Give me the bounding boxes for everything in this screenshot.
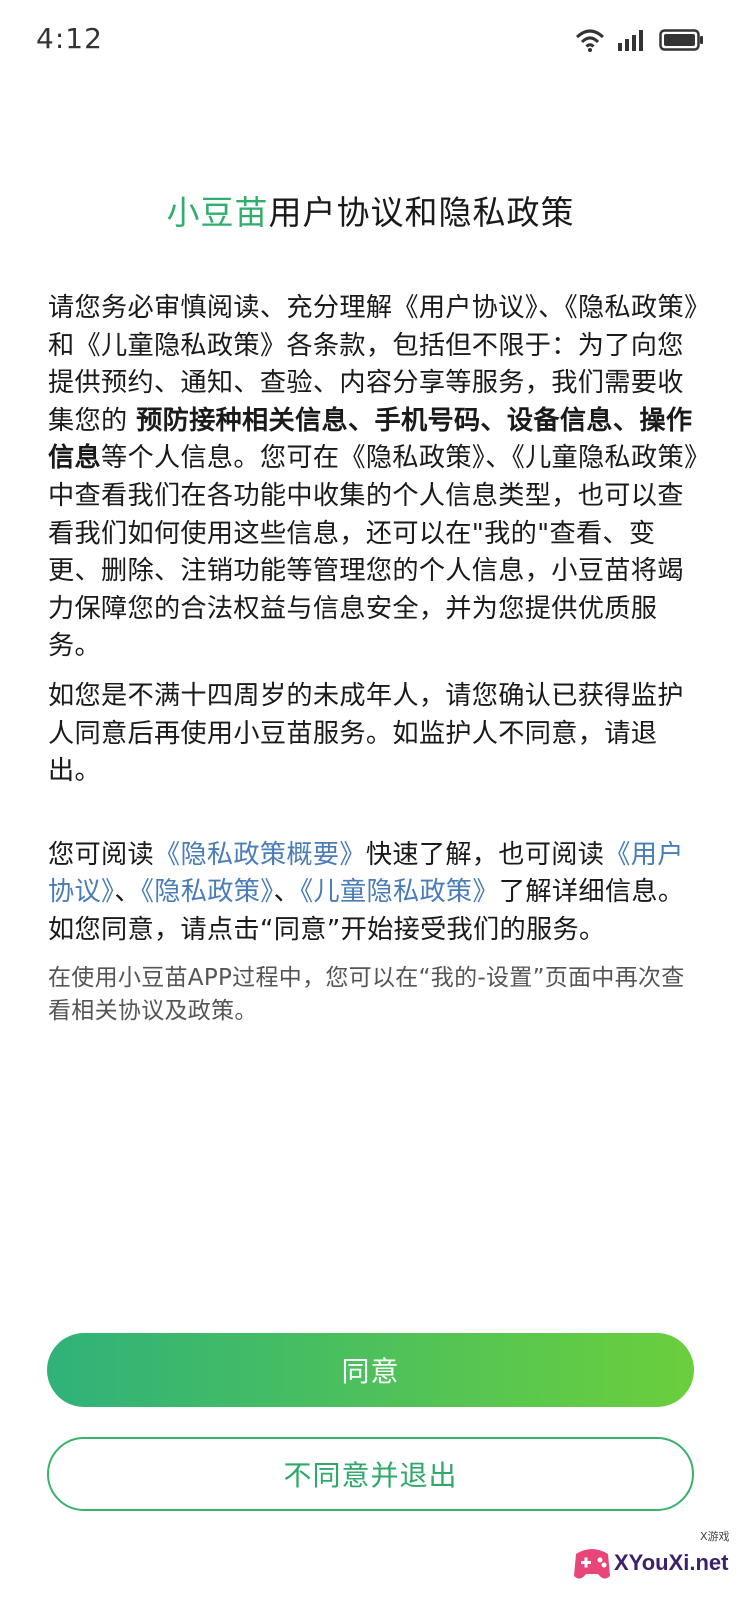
- privacy-summary-link[interactable]: 《隐私政策概要》: [154, 840, 366, 870]
- settings-note: 在使用小豆苗APP过程中，您可以在“我的-设置”页面中再次查看相关协议及政策。: [48, 964, 685, 1024]
- watermark: X游戏 XYouXi.net: [570, 1528, 730, 1594]
- status-icons: [575, 28, 705, 52]
- signal-icon: [618, 30, 643, 51]
- paragraph3-sep-2: 、: [273, 877, 301, 908]
- paragraph3-sep-1: 、: [114, 877, 141, 908]
- paragraph1-text-2: 等个人信息。您可在《隐私政策》、《儿童隐私政策》中查看我们在各功能中收集的个人信…: [48, 443, 698, 662]
- status-time: 4:12: [36, 22, 103, 55]
- child-privacy-policy-link[interactable]: 《儿童隐私政策》: [300, 877, 499, 907]
- read-links-paragraph: 您可阅读《隐私政策概要》快速了解，也可阅读《用户协议》、《隐私政策》、《儿童隐私…: [48, 837, 698, 950]
- agree-button[interactable]: 同意: [47, 1333, 694, 1407]
- status-bar: 4:12: [0, 0, 741, 86]
- gamepad-logo-icon: [574, 1549, 610, 1579]
- paragraph3-middle: 快速了解，也可阅读: [365, 839, 605, 870]
- agreement-content: 请您务必审慎阅读、充分理解《用户协议》、《隐私政策》和《儿童隐私政策》各条款，包…: [48, 290, 698, 1028]
- watermark-text: XYouXi.net: [614, 1550, 729, 1575]
- agreement-paragraph-1: 请您务必审慎阅读、充分理解《用户协议》、《隐私政策》和《儿童隐私政策》各条款，包…: [48, 290, 698, 666]
- paragraph3-prefix: 您可阅读: [48, 839, 154, 870]
- title-text: 用户协议和隐私政策: [268, 193, 575, 232]
- wifi-icon: [575, 29, 605, 52]
- disagree-exit-button[interactable]: 不同意并退出: [47, 1437, 694, 1511]
- title-brand: 小豆苗: [166, 193, 269, 232]
- privacy-policy-link[interactable]: 《隐私政策》: [141, 877, 274, 907]
- battery-icon: [659, 29, 703, 51]
- watermark-small-text: X游戏: [700, 1530, 730, 1543]
- page-title: 小豆苗用户协议和隐私政策: [0, 186, 741, 234]
- minor-notice-paragraph: 如您是不满十四周岁的未成年人，请您确认已获得监护人同意后再使用小豆苗服务。如监护…: [48, 680, 684, 787]
